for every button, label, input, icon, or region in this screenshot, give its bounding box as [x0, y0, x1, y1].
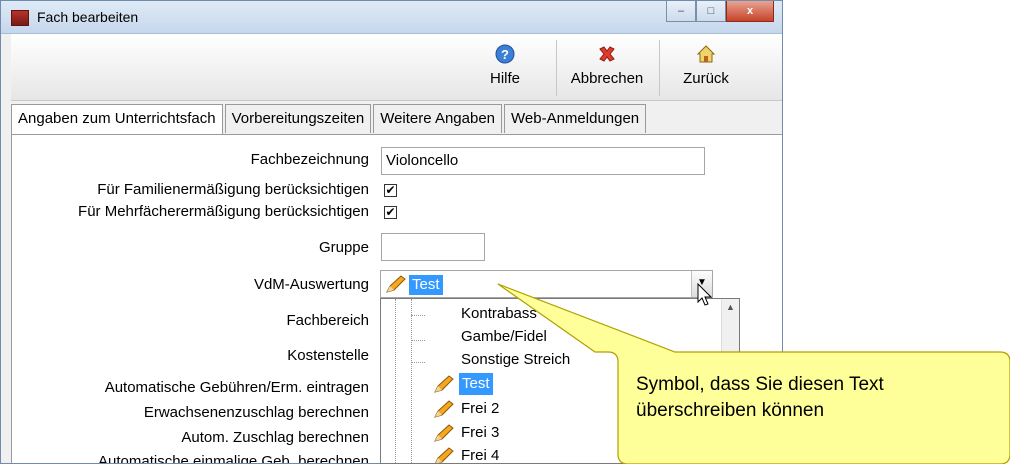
toolbar: ? Hilfe Abbrechen Zurück — [11, 34, 782, 101]
callout-line-2: überschreiben können — [636, 400, 825, 421]
tab-vorbereitungszeiten[interactable]: Vorbereitungszeiten — [224, 104, 372, 133]
title-bar: Fach bearbeiten – □ x — [1, 1, 782, 34]
vdm-label: VdM-Auswertung — [253, 276, 369, 293]
callout-bubble — [497, 283, 1010, 464]
cancel-x-icon — [599, 46, 615, 62]
familien-checkbox[interactable]: ✔ — [384, 184, 397, 197]
mehrfacher-label: Für Mehrfächerermäßigung berücksichtigen — [78, 203, 369, 220]
fachbezeichnung-label: Fachbezeichnung — [250, 151, 369, 168]
back-button[interactable]: Zurück — [671, 34, 741, 100]
pencil-icon — [434, 424, 454, 442]
window-title: Fach bearbeiten — [37, 9, 139, 25]
help-button[interactable]: ? Hilfe — [481, 34, 529, 100]
back-label: Zurück — [683, 70, 729, 87]
tab-strip: Angaben zum Unterrichtsfach Vorbereitung… — [11, 104, 648, 136]
toolbar-separator — [659, 40, 660, 96]
pencil-icon — [434, 375, 454, 393]
tab-web-anmeldungen[interactable]: Web-Anmeldungen — [504, 104, 647, 133]
tree-line — [411, 315, 425, 316]
callout-text: Symbol, dass Sie diesen Text überschreib… — [636, 372, 884, 424]
svg-text:?: ? — [501, 47, 509, 62]
tree-line — [411, 362, 425, 363]
window-controls: – □ x — [666, 1, 774, 23]
kostenstelle-label: Kostenstelle — [287, 347, 369, 364]
gruppe-input[interactable] — [381, 233, 485, 261]
tree-line — [395, 299, 396, 463]
fachbezeichnung-input[interactable]: Violoncello — [381, 147, 705, 175]
familien-label: Für Familienermäßigung berücksichtigen — [97, 181, 369, 198]
home-icon — [696, 45, 716, 63]
cancel-button[interactable]: Abbrechen — [562, 34, 652, 100]
pencil-icon — [434, 447, 454, 463]
app-icon — [11, 10, 29, 26]
gruppe-label: Gruppe — [318, 239, 369, 256]
einmalige-label: Automatische einmalige Geb. berechnen — [98, 453, 369, 464]
pencil-icon — [386, 275, 406, 293]
close-button[interactable]: x — [726, 1, 774, 22]
cancel-label: Abbrechen — [570, 70, 644, 87]
maximize-button[interactable]: □ — [696, 1, 726, 22]
tab-angaben[interactable]: Angaben zum Unterrichtsfach — [11, 104, 223, 136]
callout-line-1: Symbol, dass Sie diesen Text — [636, 374, 884, 395]
tab-weitere-angaben[interactable]: Weitere Angaben — [373, 104, 503, 133]
mehrfacher-checkbox[interactable]: ✔ — [384, 206, 397, 219]
pencil-icon — [434, 400, 454, 418]
minimize-button[interactable]: – — [666, 1, 696, 22]
autom-zuschlag-label: Autom. Zuschlag berechnen — [181, 429, 369, 446]
help-label: Hilfe — [489, 70, 520, 87]
toolbar-separator — [556, 40, 557, 96]
tree-line — [411, 299, 412, 463]
auto-gebuehren-label: Automatische Gebühren/Erm. eintragen — [104, 379, 369, 396]
erwachsenen-label: Erwachsenenzuschlag berechnen — [143, 404, 369, 421]
vdm-selected-value: Test — [409, 275, 443, 295]
tree-line — [411, 340, 425, 341]
fachbereich-label: Fachbereich — [286, 312, 369, 329]
help-icon: ? — [495, 44, 515, 64]
